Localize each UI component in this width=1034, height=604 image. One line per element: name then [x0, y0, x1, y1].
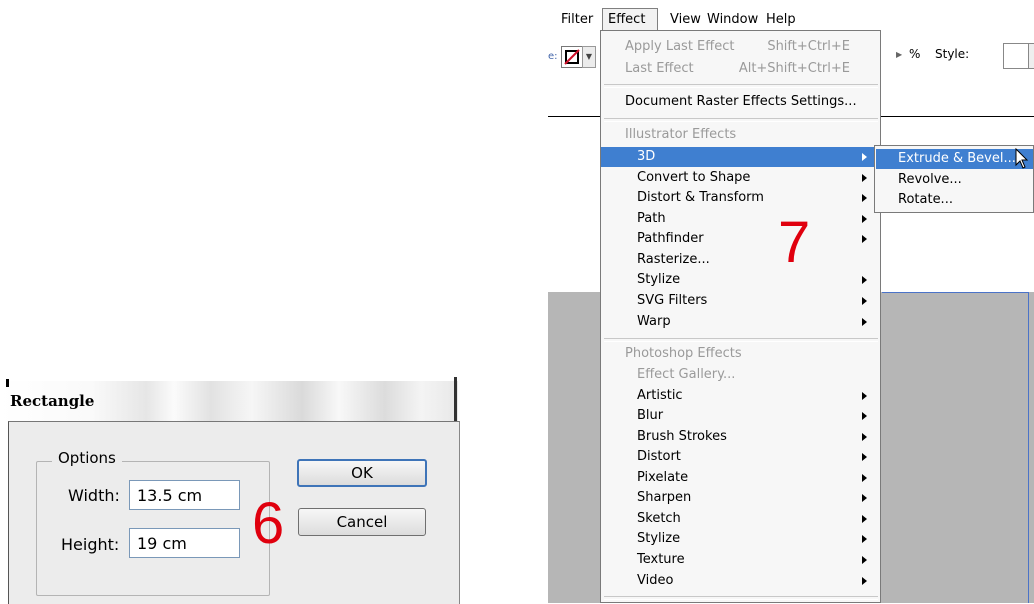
menu-item-label: Last Effect	[625, 61, 694, 76]
no-stroke-icon	[564, 49, 580, 65]
dialog-title: Rectangle	[10, 392, 95, 410]
chevron-right-icon[interactable]: ▶	[896, 50, 902, 59]
step-number-7: 7	[778, 210, 811, 275]
menu-effect[interactable]: Effect	[602, 8, 658, 32]
submenu-arrow-icon	[862, 453, 867, 461]
menu-item-label: Document Raster Effects Settings...	[625, 94, 857, 109]
menu-item-pixelate[interactable]: Pixelate	[601, 468, 880, 488]
menu-item-shortcut: Alt+Shift+Ctrl+E	[738, 61, 850, 76]
menu-item-brush-strokes[interactable]: Brush Strokes	[601, 427, 880, 447]
menu-item-shortcut: Shift+Ctrl+E	[767, 39, 850, 54]
menu-item-video[interactable]: Video	[601, 571, 880, 591]
menu-item-artistic[interactable]: Artistic	[601, 386, 880, 406]
submenu-arrow-icon	[862, 474, 867, 482]
menu-separator	[604, 84, 878, 88]
menu-separator	[604, 118, 878, 122]
menu-view[interactable]: View	[670, 11, 701, 31]
menu-item-stylize[interactable]: Stylize	[601, 270, 880, 290]
submenu-arrow-icon	[862, 433, 867, 441]
options-group-label: Options	[52, 449, 122, 467]
step-number-6: 6	[252, 491, 285, 556]
chevron-down-icon[interactable]: ▼	[582, 46, 596, 68]
effect-menu: Apply Last Effect Shift+Ctrl+E Last Effe…	[600, 30, 881, 603]
menu-item-last-effect: Last Effect Alt+Shift+Ctrl+E	[601, 59, 880, 79]
menu-item-rasterize[interactable]: Rasterize...	[601, 250, 880, 270]
menu-item-path[interactable]: Path	[601, 209, 880, 229]
selection-edge-top	[882, 292, 1028, 293]
cancel-button[interactable]: Cancel	[298, 508, 426, 536]
menu-filter[interactable]: Filter	[561, 11, 593, 31]
menu-item-blur[interactable]: Blur	[601, 406, 880, 426]
height-label: Height:	[61, 535, 120, 554]
menu-item-apply-last-effect: Apply Last Effect Shift+Ctrl+E	[601, 37, 880, 57]
menu-item-svg-filters[interactable]: SVG Filters	[601, 291, 880, 311]
submenu-arrow-icon	[862, 556, 867, 564]
dialog-edge	[454, 377, 457, 422]
style-dropdown[interactable]	[1028, 43, 1034, 69]
submenu-item-extrude-bevel[interactable]: Extrude & Bevel...	[876, 149, 1033, 169]
submenu-arrow-icon	[862, 318, 867, 326]
submenu-arrow-icon	[862, 515, 867, 523]
submenu-arrow-icon	[862, 494, 867, 502]
ok-button[interactable]: OK	[297, 459, 427, 487]
menu-separator	[604, 596, 878, 600]
submenu-arrow-icon	[862, 297, 867, 305]
submenu-arrow-icon	[862, 215, 867, 223]
submenu-arrow-icon	[862, 174, 867, 182]
menu-item-3d[interactable]: 3D	[601, 147, 880, 167]
menu-header-photoshop-effects: Photoshop Effects	[625, 346, 742, 361]
menu-item-effect-gallery: Effect Gallery...	[637, 367, 736, 382]
submenu-arrow-icon	[862, 535, 867, 543]
menu-header-illustrator-effects: Illustrator Effects	[625, 127, 737, 142]
menu-item-distort[interactable]: Distort	[601, 447, 880, 467]
width-label: Width:	[68, 486, 120, 505]
submenu-arrow-icon	[862, 194, 867, 202]
menu-item-sketch[interactable]: Sketch	[601, 509, 880, 529]
submenu-item-revolve[interactable]: Revolve...	[876, 170, 1033, 190]
menu-item-stylize-ps[interactable]: Stylize	[601, 529, 880, 549]
menu-item-sharpen[interactable]: Sharpen	[601, 488, 880, 508]
menu-item-pathfinder[interactable]: Pathfinder	[601, 229, 880, 249]
submenu-arrow-icon	[862, 276, 867, 284]
stroke-swatch[interactable]	[561, 46, 583, 68]
menu-separator	[604, 338, 878, 342]
submenu-arrow-icon	[862, 412, 867, 420]
dialog-corner	[6, 379, 9, 387]
menu-window[interactable]: Window	[707, 11, 758, 31]
menu-item-convert-to-shape[interactable]: Convert to Shape	[601, 168, 880, 188]
submenu-arrow-icon	[862, 153, 867, 161]
menu-item-warp[interactable]: Warp	[601, 312, 880, 332]
opacity-percent-label: %	[909, 47, 921, 61]
menu-item-raster-settings[interactable]: Document Raster Effects Settings...	[601, 92, 880, 112]
style-label: Style:	[935, 47, 970, 61]
mouse-pointer-icon	[1015, 148, 1029, 169]
menu-item-distort-transform[interactable]: Distort & Transform	[601, 188, 880, 208]
selection-edge-right	[1028, 292, 1029, 603]
submenu-item-rotate[interactable]: Rotate...	[876, 190, 1033, 210]
submenu-arrow-icon	[862, 577, 867, 585]
style-swatch[interactable]	[1003, 43, 1029, 69]
toolbar-left-label: e:	[548, 51, 558, 62]
submenu-arrow-icon	[862, 392, 867, 400]
width-field[interactable]: 13.5 cm	[129, 480, 240, 510]
submenu-arrow-icon	[862, 235, 867, 243]
menu-item-texture[interactable]: Texture	[601, 550, 880, 570]
menu-help[interactable]: Help	[766, 11, 796, 31]
height-field[interactable]: 19 cm	[129, 528, 240, 558]
menu-item-label: Apply Last Effect	[625, 39, 735, 54]
3d-submenu: Extrude & Bevel... Revolve... Rotate...	[874, 145, 1034, 213]
